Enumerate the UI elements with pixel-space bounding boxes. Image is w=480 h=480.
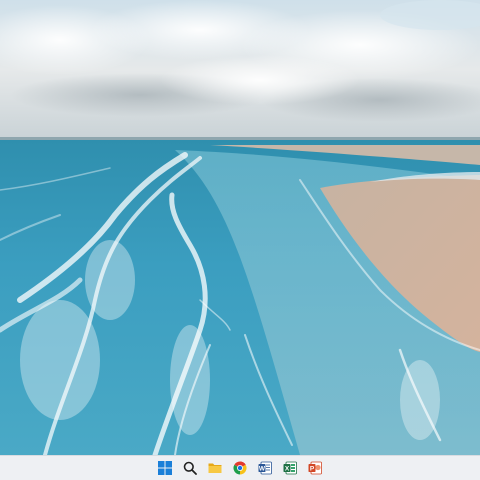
svg-text:X: X <box>285 465 290 472</box>
svg-text:W: W <box>259 465 266 472</box>
powerpoint-icon: P <box>308 461 322 475</box>
start-button[interactable] <box>156 459 174 477</box>
excel-icon: X <box>283 461 297 475</box>
file-explorer-button[interactable] <box>206 459 224 477</box>
search-button[interactable] <box>181 459 199 477</box>
desktop: W X P <box>0 0 480 480</box>
chrome-button[interactable] <box>231 459 249 477</box>
chrome-icon <box>233 461 247 475</box>
svg-text:P: P <box>310 465 315 472</box>
file-explorer-icon <box>208 463 222 473</box>
taskbar: W X P <box>0 455 480 480</box>
word-button[interactable]: W <box>256 459 274 477</box>
desktop-wallpaper <box>0 0 480 455</box>
word-icon: W <box>258 461 272 475</box>
powerpoint-button[interactable]: P <box>306 459 324 477</box>
search-icon <box>183 461 197 475</box>
excel-button[interactable]: X <box>281 459 299 477</box>
start-icon <box>158 461 172 475</box>
